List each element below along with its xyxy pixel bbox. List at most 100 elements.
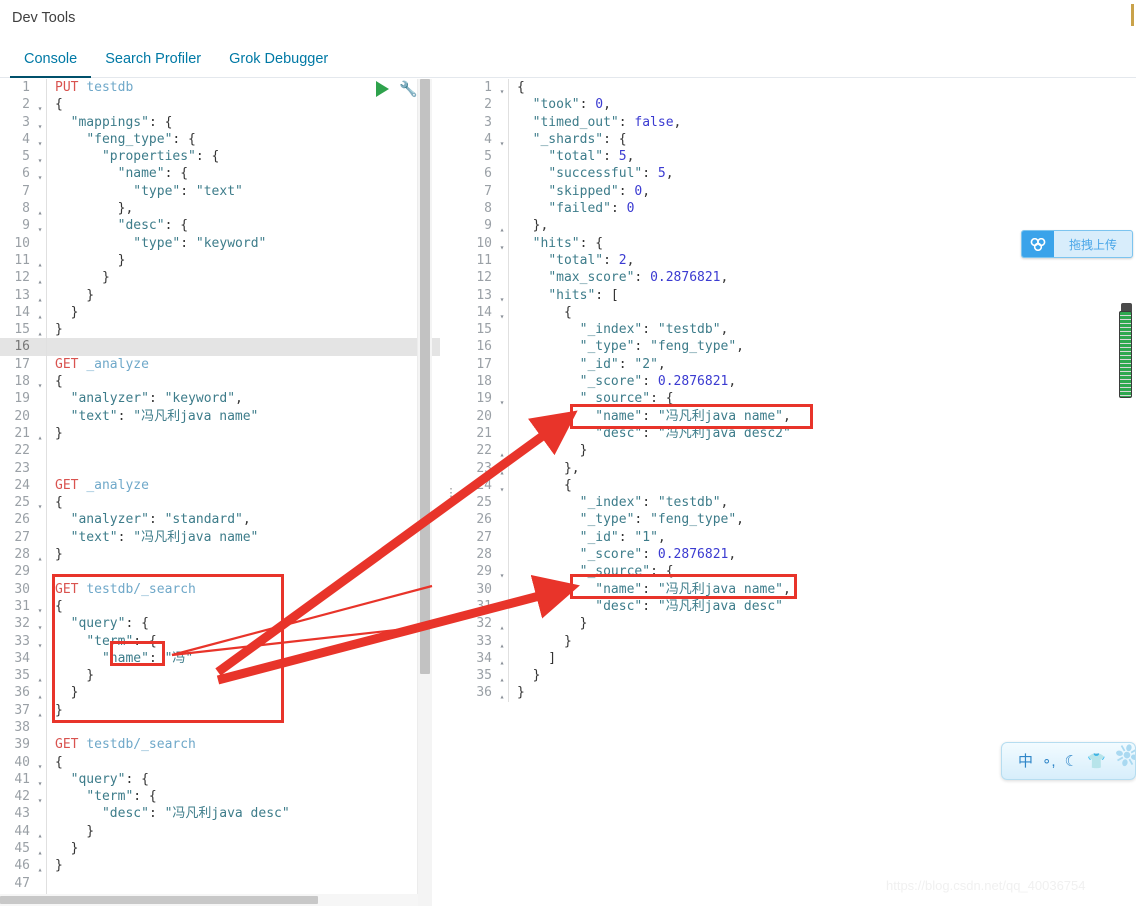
code-line[interactable]: 12 "max_score": 0.2876821, bbox=[462, 269, 1136, 287]
code-line[interactable]: 24 ▾ { bbox=[462, 476, 1136, 495]
code-line[interactable]: 3 "timed_out": false, bbox=[462, 113, 1136, 131]
code-line[interactable]: 18 ▾{ bbox=[0, 373, 440, 391]
code-line[interactable]: 1 ▾{ bbox=[462, 79, 1136, 97]
code-line[interactable]: 39 GET testdb/_search bbox=[0, 736, 440, 754]
code-line[interactable]: 20 "name": "冯凡利java name", bbox=[462, 407, 1136, 425]
code-line[interactable]: 6 ▾ "name": { bbox=[0, 165, 440, 183]
code-line[interactable]: 19 ▾ "_source": { bbox=[462, 390, 1136, 408]
code-line[interactable]: 31 "desc": "冯凡利java desc" bbox=[462, 597, 1136, 616]
code-line[interactable]: 25 "_index": "testdb", bbox=[462, 494, 1136, 512]
ime-skin-icon[interactable]: 👕 bbox=[1087, 754, 1106, 769]
ime-moon-icon[interactable]: ☾ bbox=[1065, 754, 1078, 769]
code-line[interactable]: 1 PUT testdb bbox=[0, 79, 440, 97]
code-line[interactable]: 15 "_index": "testdb", bbox=[462, 321, 1136, 339]
code-line[interactable]: 4 ▾ "feng_type": { bbox=[0, 130, 440, 149]
code-line[interactable]: 25 ▾{ bbox=[0, 494, 440, 512]
ime-punctuation-icon[interactable]: ∘, bbox=[1042, 754, 1056, 769]
code-line[interactable]: 20 "text": "冯凡利java name" bbox=[0, 407, 440, 425]
code-line[interactable]: 2 "took": 0, bbox=[462, 96, 1136, 114]
fold-toggle-icon[interactable]: ▴ bbox=[496, 684, 508, 705]
code-line[interactable]: 32 ▴ } bbox=[462, 615, 1136, 633]
code-line[interactable]: 34 ▴ ] bbox=[462, 649, 1136, 668]
code-line[interactable]: 13 ▴ } bbox=[0, 286, 440, 304]
code-line[interactable]: 7 "skipped": 0, bbox=[462, 182, 1136, 201]
tab-grok-debugger[interactable]: Grok Debugger bbox=[215, 51, 342, 77]
code-line[interactable]: 32 ▾ "query": { bbox=[0, 615, 440, 633]
code-line[interactable]: 27 "_id": "1", bbox=[462, 528, 1136, 547]
code-line[interactable]: 14 ▾ { bbox=[462, 303, 1136, 322]
code-line[interactable]: 23 bbox=[0, 459, 440, 477]
code-line[interactable]: 4 ▾ "_shards": { bbox=[462, 130, 1136, 149]
code-line[interactable]: 36 ▴} bbox=[462, 684, 1136, 702]
code-line[interactable]: 5 ▾ "properties": { bbox=[0, 148, 440, 166]
code-line[interactable]: 11 ▴ } bbox=[0, 251, 440, 270]
code-line[interactable]: 34 "name": "冯" bbox=[0, 649, 440, 668]
code-line[interactable]: 21 "desc": "冯凡利java desc2" bbox=[462, 424, 1136, 443]
code-line[interactable]: 23 ▴ }, bbox=[462, 459, 1136, 477]
code-line[interactable]: 22 ▴ } bbox=[462, 442, 1136, 460]
code-line[interactable]: 27 "text": "冯凡利java name" bbox=[0, 528, 440, 547]
code-line[interactable]: 31 ▾{ bbox=[0, 597, 440, 616]
code-line[interactable]: 22 bbox=[0, 442, 440, 460]
run-request-button[interactable] bbox=[376, 81, 390, 97]
code-line[interactable]: 9 ▾ "desc": { bbox=[0, 217, 440, 235]
code-line[interactable]: 29 bbox=[0, 563, 440, 581]
ime-language-icon[interactable]: 中 bbox=[1018, 754, 1033, 769]
code-line[interactable]: 5 "total": 5, bbox=[462, 148, 1136, 166]
wrench-icon[interactable]: 🔧 bbox=[399, 82, 418, 97]
code-line[interactable]: 26 "analyzer": "standard", bbox=[0, 511, 440, 529]
code-line[interactable]: 8 "failed": 0 bbox=[462, 200, 1136, 218]
code-line[interactable]: 46 ▴} bbox=[0, 857, 440, 875]
code-line[interactable]: 3 ▾ "mappings": { bbox=[0, 113, 440, 131]
code-line[interactable]: 45 ▴ } bbox=[0, 840, 440, 858]
code-line[interactable]: 30 "name": "冯凡利java name", bbox=[462, 580, 1136, 598]
code-line[interactable]: 35 ▴ } bbox=[0, 667, 440, 685]
code-line[interactable]: 17 GET _analyze bbox=[0, 355, 440, 374]
code-line[interactable]: 28 ▴} bbox=[0, 546, 440, 564]
tab-console[interactable]: Console bbox=[10, 51, 92, 78]
response-code[interactable]: 1 ▾{2 "took": 0, 3 "timed_out": false, 4 ▾ "… bbox=[462, 79, 1136, 702]
code-line[interactable]: 6 "successful": 5, bbox=[462, 165, 1136, 183]
code-line[interactable]: 36 ▴ } bbox=[0, 684, 440, 702]
editor-scroll-thumb[interactable] bbox=[420, 79, 430, 674]
editor-hscroll-thumb[interactable] bbox=[0, 896, 318, 904]
code-line[interactable]: 35 ▴ } bbox=[462, 667, 1136, 685]
code-line[interactable]: 10 "type": "keyword" bbox=[0, 234, 440, 252]
editor-vertical-scrollbar[interactable] bbox=[417, 79, 432, 906]
code-line[interactable]: 8 ▴ }, bbox=[0, 200, 440, 218]
code-line[interactable]: 12 ▴ } bbox=[0, 269, 440, 287]
code-line[interactable]: 43 "desc": "冯凡利java desc" bbox=[0, 805, 440, 823]
code-line[interactable]: 14 ▴ } bbox=[0, 303, 440, 322]
code-line[interactable]: 41 ▾ "query": { bbox=[0, 770, 440, 789]
code-line[interactable]: 21 ▴} bbox=[0, 424, 440, 443]
code-line[interactable]: 16 bbox=[0, 338, 440, 356]
code-line[interactable]: 19 "analyzer": "keyword", bbox=[0, 390, 440, 408]
response-pane[interactable]: 1 ▾{2 "took": 0, 3 "timed_out": false, 4 ▾ "… bbox=[462, 79, 1136, 906]
code-line[interactable]: 15 ▴} bbox=[0, 321, 440, 339]
tab-search-profiler[interactable]: Search Profiler bbox=[91, 51, 215, 77]
code-line[interactable]: 7 "type": "text" bbox=[0, 182, 440, 201]
request-editor-pane[interactable]: 1 PUT testdb 2 ▾{3 ▾ "mappings": {4 ▾ "feng_t… bbox=[0, 79, 440, 906]
code-line[interactable]: 2 ▾{ bbox=[0, 96, 440, 114]
code-line[interactable]: 37 ▴} bbox=[0, 701, 440, 719]
code-line[interactable]: 16 "_type": "feng_type", bbox=[462, 338, 1136, 356]
code-line[interactable]: 24 GET _analyze bbox=[0, 476, 440, 495]
code-line[interactable]: 30 GET testdb/_search bbox=[0, 580, 440, 598]
code-line[interactable]: 38 bbox=[0, 718, 440, 737]
code-line[interactable]: 33 ▴ } bbox=[462, 632, 1136, 650]
code-line[interactable]: 26 "_type": "feng_type", bbox=[462, 511, 1136, 529]
code-line[interactable]: 47 bbox=[0, 874, 440, 892]
code-line[interactable]: 28 "_score": 0.2876821, bbox=[462, 546, 1136, 564]
code-line[interactable]: 17 "_id": "2", bbox=[462, 355, 1136, 374]
code-line[interactable]: 33 ▾ "term": { bbox=[0, 632, 440, 650]
code-line[interactable]: 40 ▾{ bbox=[0, 753, 440, 771]
request-editor-code[interactable]: 1 PUT testdb 2 ▾{3 ▾ "mappings": {4 ▾ "feng_t… bbox=[0, 79, 440, 906]
code-line[interactable]: 13 ▾ "hits": [ bbox=[462, 286, 1136, 304]
ime-toolbar[interactable]: 中 ∘, ☾ 👕 ❉ bbox=[1001, 742, 1136, 780]
code-line[interactable]: 42 ▾ "term": { bbox=[0, 788, 440, 806]
code-line[interactable]: 29 ▾ "_source": { bbox=[462, 563, 1136, 581]
response-scroll-marker[interactable] bbox=[1119, 311, 1132, 398]
code-line[interactable]: 44 ▴ } bbox=[0, 822, 440, 841]
pane-splitter[interactable]: ⋮ bbox=[440, 79, 462, 906]
editor-horizontal-scrollbar[interactable] bbox=[0, 894, 418, 906]
